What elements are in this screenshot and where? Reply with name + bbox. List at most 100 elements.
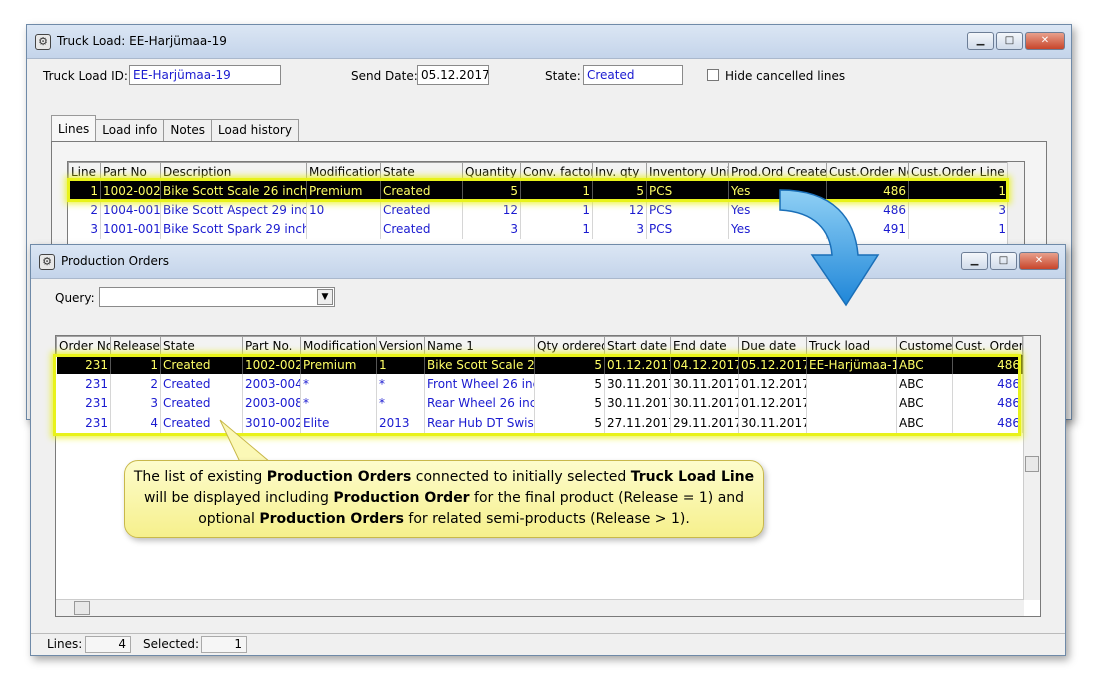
col-version[interactable]: Version (376, 336, 425, 355)
production-header-row: Order No. Release State Part No. Modific… (56, 336, 1023, 355)
col-part-no[interactable]: Part No. (242, 336, 301, 355)
maximize-icon[interactable]: □ (990, 252, 1017, 270)
tab-lines[interactable]: Lines (51, 115, 97, 141)
cell: 01.12.2017 (738, 374, 807, 394)
col-release[interactable]: Release (110, 336, 161, 355)
lines-count-label: Lines: (47, 637, 83, 651)
cell: * (300, 393, 377, 413)
cell: 3 (462, 219, 521, 239)
cell: 1002-002 (100, 180, 161, 200)
tab-load-history[interactable]: Load history (211, 119, 299, 141)
cell: 5 (534, 393, 605, 413)
cell: PCS (646, 200, 729, 220)
cell: Front Wheel 26 inch (424, 374, 535, 394)
table-row[interactable]: 231 3 Created 2003-008 * * Rear Wheel 26… (56, 393, 1023, 413)
lines-vertical-scrollbar[interactable] (1007, 162, 1024, 250)
cell: 3 (68, 219, 101, 239)
lines-count-value: 4 (85, 636, 131, 653)
cell: 01.12.2017 (738, 393, 807, 413)
cell: 27.11.2017 (604, 413, 671, 433)
col-quantity[interactable]: Quantity (462, 162, 521, 181)
cell: 4 (110, 413, 161, 433)
cell: Created (380, 180, 463, 200)
cell (306, 219, 381, 239)
cell: 1 (908, 219, 1009, 239)
cell: 486 (952, 374, 1023, 394)
production-orders-titlebar[interactable]: ⚙ Production Orders ▁ □ ✕ (31, 245, 1065, 279)
col-state[interactable]: State (160, 336, 243, 355)
col-inventory-unit[interactable]: Inventory Unit (646, 162, 729, 181)
cell: 2003-008 (242, 393, 301, 413)
close-icon[interactable]: ✕ (1019, 252, 1059, 270)
col-name-1[interactable]: Name 1 (424, 336, 535, 355)
col-cust-order-no[interactable]: Cust.Order No (826, 162, 909, 181)
hscroll-thumb[interactable] (74, 601, 90, 615)
table-row[interactable]: 231 2 Created 2003-004 * * Front Wheel 2… (56, 374, 1023, 394)
col-start-date[interactable]: Start date (604, 336, 671, 355)
app-gear-icon: ⚙ (35, 34, 51, 50)
minimize-icon[interactable]: ▁ (961, 252, 988, 270)
query-select[interactable] (99, 287, 335, 307)
app-gear-icon: ⚙ (39, 254, 55, 270)
col-cust-order-line[interactable]: Cust.Order Line (908, 162, 1009, 181)
cell: Created (380, 200, 463, 220)
cell: Created (160, 374, 243, 394)
truck-load-id-input[interactable]: EE-Harjümaa-19 (129, 65, 281, 85)
dropdown-arrow-icon[interactable]: ▼ (317, 289, 333, 305)
minimize-icon[interactable]: ▁ (967, 32, 994, 50)
col-line[interactable]: Line (68, 162, 101, 181)
hide-cancelled-checkbox[interactable] (707, 69, 719, 81)
col-truck-load[interactable]: Truck load (806, 336, 897, 355)
tab-notes[interactable]: Notes (163, 119, 213, 141)
col-modification[interactable]: Modification (306, 162, 381, 181)
col-customer[interactable]: Customer (896, 336, 953, 355)
maximize-icon[interactable]: □ (996, 32, 1023, 50)
callout-text: for the final product (Release = 1) and (469, 490, 745, 506)
cell: 1 (110, 354, 161, 374)
cell: 29.11.2017 (670, 413, 739, 433)
cell: 486 (952, 393, 1023, 413)
col-cust-order[interactable]: Cust. Order (952, 336, 1023, 355)
col-prod-ord-created[interactable]: Prod.Ord Created (728, 162, 827, 181)
state-input[interactable]: Created (583, 65, 683, 85)
cell: 01.12.2017 (604, 354, 671, 374)
production-horizontal-scrollbar[interactable] (56, 599, 1024, 616)
state-label: State: (545, 69, 581, 83)
cell: 2013 (376, 413, 425, 433)
cell: 30.11.2017 (604, 374, 671, 394)
col-order-no[interactable]: Order No. (56, 336, 111, 355)
query-label: Query: (55, 291, 95, 305)
cell: 30.11.2017 (604, 393, 671, 413)
col-state[interactable]: State (380, 162, 463, 181)
callout-text: The list of existing (133, 469, 267, 485)
truck-load-titlebar[interactable]: ⚙ Truck Load: EE-Harjümaa-19 ▁ □ ✕ (27, 25, 1071, 59)
table-row[interactable]: 231 1 Created 1002-002 Premium 1 Bike Sc… (56, 354, 1023, 374)
cell: 231 (56, 393, 111, 413)
cell: 3 (908, 200, 1009, 220)
cell: 05.12.2017 (738, 354, 807, 374)
scroll-thumb[interactable] (1025, 456, 1039, 472)
col-due-date[interactable]: Due date (738, 336, 807, 355)
col-description[interactable]: Description (160, 162, 307, 181)
callout-text: will be displayed including (143, 490, 334, 506)
col-end-date[interactable]: End date (670, 336, 739, 355)
selected-count-value: 1 (201, 636, 247, 653)
cell: Bike Scott Scale 26 inch (424, 354, 535, 374)
col-inv-qty[interactable]: Inv. qty (592, 162, 647, 181)
close-icon[interactable]: ✕ (1025, 32, 1065, 50)
cell: 5 (462, 180, 521, 200)
col-modification[interactable]: Modification (300, 336, 377, 355)
callout-text: optional (198, 511, 260, 527)
cell: 1 (520, 180, 593, 200)
cell: 1 (520, 219, 593, 239)
cell: Bike Scott Scale 26 inch (160, 180, 307, 200)
cell: 1001-001 (100, 219, 161, 239)
tab-load-info[interactable]: Load info (95, 119, 165, 141)
col-qty-ordered[interactable]: Qty ordered (534, 336, 605, 355)
col-conv-factor[interactable]: Conv. factor (520, 162, 593, 181)
send-date-input[interactable]: 05.12.2017 (417, 65, 489, 85)
production-vertical-scrollbar[interactable] (1023, 336, 1040, 600)
cell: EE-Harjümaa-19 (806, 354, 897, 374)
col-part-no[interactable]: Part No (100, 162, 161, 181)
truck-load-title: Truck Load: EE-Harjümaa-19 (57, 34, 227, 48)
